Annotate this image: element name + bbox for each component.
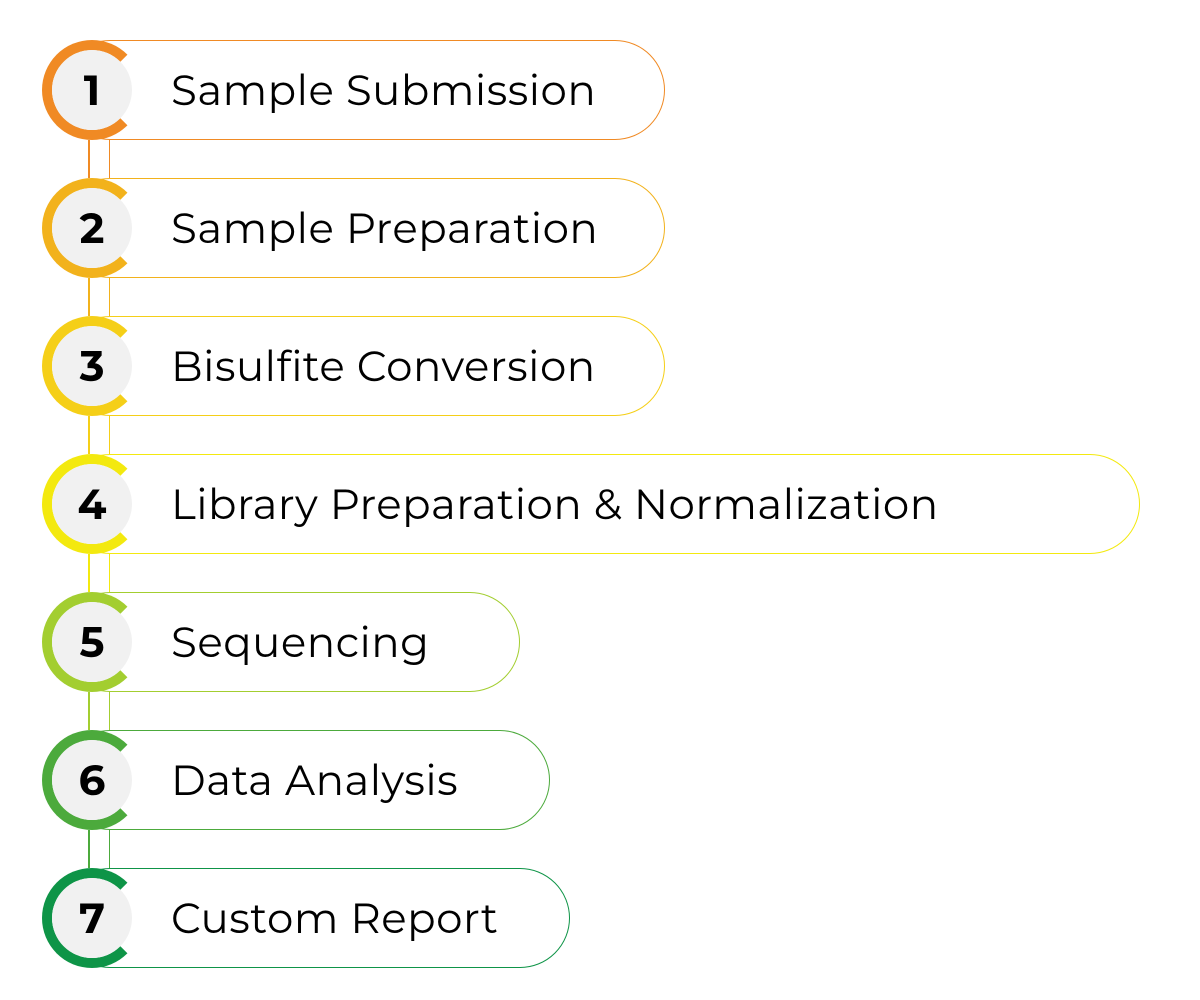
workflow-steps: Sample Submission 1 Sample Preparation 2 Bis… xyxy=(0,0,1200,968)
step-number-circle: 4 xyxy=(52,464,132,544)
workflow-step: Sample Preparation 2 xyxy=(20,178,1200,278)
step-number: 3 xyxy=(80,340,105,392)
step-number-circle: 2 xyxy=(52,188,132,268)
workflow-step: Library Preparation & Normalization 4 xyxy=(20,454,1200,554)
step-badge: 7 xyxy=(42,868,142,968)
workflow-step: Bisulfite Conversion 3 xyxy=(20,316,1200,416)
step-number-circle: 1 xyxy=(52,50,132,130)
step-label: Sample Submission xyxy=(171,64,596,116)
step-capsule: Bisulfite Conversion xyxy=(60,316,665,416)
step-number-circle: 5 xyxy=(52,602,132,682)
step-label: Library Preparation & Normalization xyxy=(171,478,939,530)
workflow-step: Custom Report 7 xyxy=(20,868,1200,968)
step-label: Custom Report xyxy=(171,892,498,944)
connector-line xyxy=(78,554,120,592)
step-number: 7 xyxy=(79,892,105,944)
step-badge: 3 xyxy=(42,316,142,416)
step-number-circle: 6 xyxy=(52,740,132,820)
step-badge: 6 xyxy=(42,730,142,830)
step-number: 2 xyxy=(80,202,105,254)
step-number: 6 xyxy=(79,754,106,806)
workflow-step: Sample Submission 1 xyxy=(20,40,1200,140)
connector-line xyxy=(78,278,120,316)
workflow-step: Sequencing 5 xyxy=(20,592,1200,692)
step-number-circle: 7 xyxy=(52,878,132,958)
connector-line xyxy=(78,692,120,730)
step-badge: 4 xyxy=(42,454,142,554)
step-number: 5 xyxy=(80,616,105,668)
step-number: 4 xyxy=(78,478,107,530)
step-number-circle: 3 xyxy=(52,326,132,406)
step-badge: 2 xyxy=(42,178,142,278)
connector-line xyxy=(78,830,120,868)
workflow-step: Data Analysis 6 xyxy=(20,730,1200,830)
step-capsule: Sample Submission xyxy=(60,40,665,140)
step-badge: 1 xyxy=(42,40,142,140)
step-label: Sample Preparation xyxy=(171,202,598,254)
step-capsule: Library Preparation & Normalization xyxy=(60,454,1140,554)
step-badge: 5 xyxy=(42,592,142,692)
connector-line xyxy=(78,140,120,178)
step-label: Data Analysis xyxy=(171,754,458,806)
connector-line xyxy=(78,416,120,454)
step-label: Bisulfite Conversion xyxy=(171,340,596,392)
step-number: 1 xyxy=(84,64,100,116)
step-label: Sequencing xyxy=(171,616,429,668)
step-capsule: Sample Preparation xyxy=(60,178,665,278)
